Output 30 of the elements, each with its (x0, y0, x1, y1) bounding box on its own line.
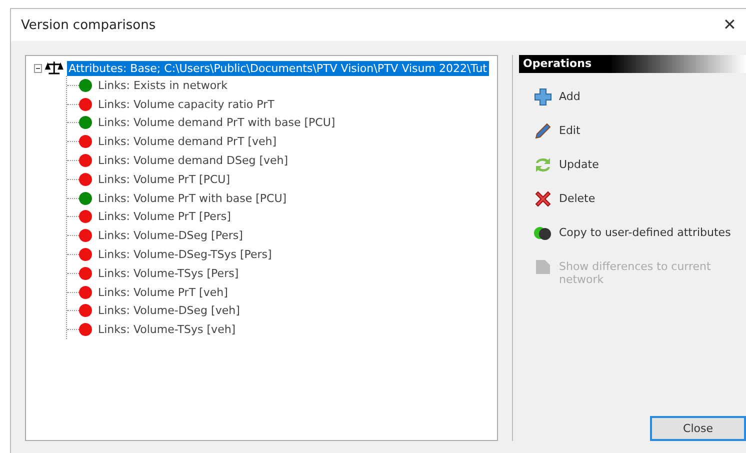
tree-item[interactable]: Links: Volume demand PrT with base [PCU] (98, 116, 336, 130)
operation-button[interactable]: Edit (533, 121, 733, 141)
document-icon (533, 257, 553, 277)
plus-icon (533, 87, 553, 107)
tree-item[interactable]: Links: Volume PrT [Pers] (98, 210, 231, 224)
tree-root-item[interactable]: Attributes: Base; C:\Users\Public\Documents\PTV Vision\PTV Visum 2022\Tut (66, 60, 489, 76)
tree-item[interactable]: Links: Volume PrT [PCU] (98, 172, 230, 186)
pencil-icon (533, 121, 553, 141)
tree-item[interactable]: Links: Volume capacity ratio PrT (98, 98, 274, 111)
tree-item[interactable]: Links: Volume demand DSeg [veh] (98, 154, 288, 168)
operation-button[interactable]: Add (533, 87, 733, 107)
tree-item[interactable]: Links: Volume-TSys [veh] (98, 323, 236, 336)
operations-header: Operations (519, 55, 746, 73)
tree-item[interactable]: Links: Volume-DSeg [veh] (98, 304, 240, 318)
tree-item[interactable]: Links: Volume PrT with base [PCU] (98, 192, 287, 205)
tree-item[interactable]: Links: Volume demand PrT [veh] (98, 135, 277, 148)
operation-button[interactable]: Delete (533, 189, 733, 209)
window-title: Version comparisons (21, 18, 156, 32)
tree-item[interactable]: Links: Volume-TSys [Pers] (98, 266, 239, 280)
close-button[interactable]: ✕ (719, 15, 740, 35)
tree-item[interactable]: Links: Volume-DSeg [Pers] (98, 229, 243, 242)
tree-item[interactable]: Links: Exists in network (98, 78, 228, 92)
close-dialog-button[interactable]: Close (650, 416, 746, 441)
tree-item[interactable]: Links: Volume-DSeg-TSys [Pers] (98, 248, 272, 262)
scales-icon (45, 60, 64, 76)
delete-icon (533, 189, 553, 209)
operation-button[interactable]: Copy to user-defined attributes (533, 223, 733, 243)
collapse-toggle[interactable] (34, 64, 42, 72)
operation-button[interactable]: Update (533, 155, 733, 175)
tree-item[interactable]: Links: Volume PrT [veh] (98, 286, 228, 299)
